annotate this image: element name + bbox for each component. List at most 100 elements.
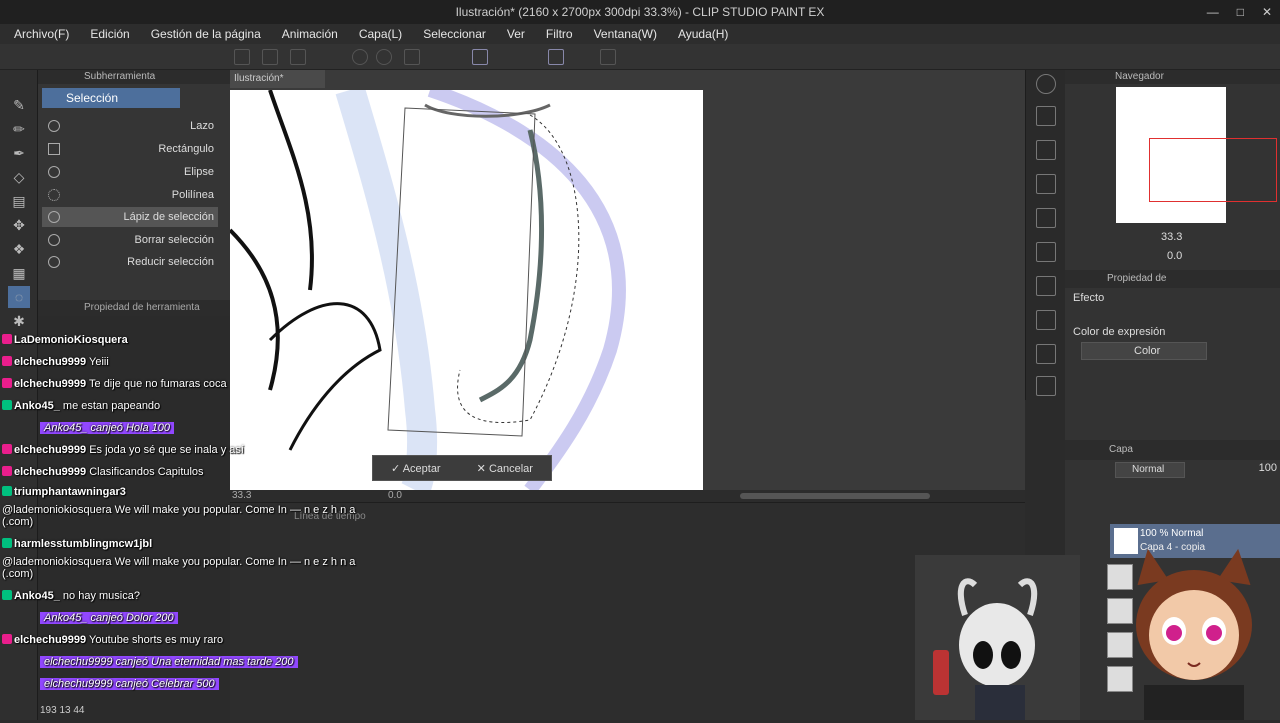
chat-message: harmlesstumblingmcw1jbl	[2, 538, 152, 550]
badge-icon	[2, 400, 12, 410]
subtool-label: Rectángulo	[158, 143, 214, 155]
sparkle-icon[interactable]: ✱	[8, 310, 30, 332]
subtool-label: Reducir selección	[127, 256, 214, 268]
menu-capa[interactable]: Capa(L)	[351, 24, 410, 44]
chat-message: Anko45_ me estan papeando	[2, 400, 160, 412]
ellipse-icon	[48, 166, 60, 178]
layers-icon[interactable]	[1036, 208, 1056, 228]
color-expression-select[interactable]: Color	[1081, 342, 1207, 360]
command-bar	[0, 44, 1280, 70]
badge-icon	[2, 538, 12, 548]
menu-seleccionar[interactable]: Seleccionar	[415, 24, 494, 44]
close-doc-icon[interactable]	[1036, 174, 1056, 194]
lasso-icon	[48, 120, 60, 132]
ruler-icon[interactable]	[600, 49, 616, 65]
minimize-button[interactable]: —	[1207, 5, 1219, 19]
flip-icon[interactable]	[1036, 376, 1056, 396]
subtool-label: Lazo	[190, 120, 214, 132]
badge-icon	[2, 356, 12, 366]
menu-gestion-pagina[interactable]: Gestión de la página	[143, 24, 269, 44]
tab-seleccion[interactable]: Selección	[42, 88, 180, 108]
document-tab[interactable]: Ilustración*	[230, 70, 325, 88]
subtool-label: Lápiz de selección	[123, 211, 214, 223]
grid-icon[interactable]: ▦	[8, 262, 30, 284]
stream-chat-overlay: LaDemonioKiosquera elchechu9999 Yeiii el…	[0, 330, 380, 720]
close-button[interactable]: ✕	[1262, 5, 1272, 19]
undo-icon[interactable]	[352, 49, 368, 65]
navigator-zoom[interactable]: 33.3	[1161, 231, 1182, 243]
import-icon[interactable]	[1036, 140, 1056, 160]
menu-filtro[interactable]: Filtro	[538, 24, 581, 44]
pencil-icon[interactable]: ✏	[8, 118, 30, 140]
layer-header: Capa	[1065, 440, 1280, 460]
badge-icon	[2, 334, 12, 344]
accept-label: Aceptar	[402, 462, 441, 475]
lasso-icon[interactable]: ◌	[8, 286, 30, 308]
chat-message: elchechu9999 Te dije que no fumaras coca	[2, 378, 227, 390]
maximize-button[interactable]: □	[1237, 5, 1244, 19]
right-icon-strip	[1025, 70, 1065, 400]
streamer-avatar-image	[1136, 548, 1252, 720]
fill-icon[interactable]: ▤	[8, 190, 30, 212]
subtool-reducir-seleccion[interactable]: Reducir selección	[42, 252, 218, 272]
brush-icon[interactable]: ✒	[8, 142, 30, 164]
pen-icon[interactable]: ✎	[8, 94, 30, 116]
title-bar: Ilustración* (2160 x 2700px 300dpi 33.3%…	[0, 0, 1280, 24]
menu-bar: Archivo(F) Edición Gestión de la página …	[0, 24, 1280, 44]
export-icon[interactable]	[290, 49, 306, 65]
erase-selection-icon	[48, 234, 60, 246]
layer-property-header: Propiedad de	[1065, 270, 1280, 288]
eraser-icon[interactable]: ◇	[8, 166, 30, 188]
window-title: Ilustración* (2160 x 2700px 300dpi 33.3%…	[455, 5, 825, 19]
blend-mode-select[interactable]: Normal	[1115, 462, 1185, 478]
navigator-viewport[interactable]	[1149, 138, 1277, 202]
color-expression-label: Color de expresión	[1073, 326, 1166, 338]
reduce-selection-icon	[48, 256, 60, 268]
subtool-elipse[interactable]: Elipse	[42, 162, 218, 182]
move-icon[interactable]: ✥	[8, 214, 30, 236]
material-icon[interactable]	[1036, 242, 1056, 262]
menu-edicion[interactable]: Edición	[82, 24, 137, 44]
menu-ver[interactable]: Ver	[499, 24, 533, 44]
subtool-borrar-seleccion[interactable]: Borrar selección	[42, 230, 218, 250]
subtool-rectangulo[interactable]: Rectángulo	[42, 139, 218, 159]
rotation-readout: 0.0	[388, 490, 402, 501]
menu-animacion[interactable]: Animación	[274, 24, 346, 44]
subtool-panel: Subherramienta Selección Lazo Rectángulo…	[38, 70, 230, 305]
download-icon[interactable]	[1036, 106, 1056, 126]
effect-label: Efecto	[1073, 292, 1105, 304]
save-icon[interactable]	[262, 49, 278, 65]
chat-message: elchechu9999 Youtube shorts es muy raro	[2, 634, 223, 646]
subtool-lapiz-seleccion[interactable]: Lápiz de selección	[42, 207, 218, 227]
cancel-button[interactable]: ✕ Cancelar	[477, 462, 533, 475]
subtool-lazo[interactable]: Lazo	[42, 116, 218, 136]
opacity-value[interactable]: 100	[1177, 462, 1277, 478]
knight-avatar-image	[933, 578, 1038, 720]
layer-mode: 100 % Normal	[1140, 528, 1204, 539]
badge-icon	[2, 444, 12, 454]
menu-ventana[interactable]: Ventana(W)	[586, 24, 665, 44]
new-icon[interactable]	[234, 49, 250, 65]
selection-icon[interactable]	[548, 49, 564, 65]
accept-button[interactable]: ✓ Aceptar	[391, 462, 441, 475]
menu-ayuda[interactable]: Ayuda(H)	[670, 24, 736, 44]
clear-icon[interactable]	[404, 49, 420, 65]
search-icon[interactable]	[1036, 74, 1056, 94]
edit-icon[interactable]	[1036, 310, 1056, 330]
rectangle-icon	[48, 143, 60, 155]
polyline-icon	[48, 189, 60, 201]
menu-archivo[interactable]: Archivo(F)	[6, 24, 77, 44]
layer-property-panel: Propiedad de Efecto Color de expresión C…	[1065, 270, 1280, 440]
subtool-polilinea[interactable]: Polilínea	[42, 185, 218, 205]
subtool-label: Elipse	[184, 166, 214, 178]
transform-icon[interactable]	[472, 49, 488, 65]
blend-icon[interactable]: ❖	[8, 238, 30, 260]
tool-property-header: Propiedad de herramienta	[38, 300, 230, 316]
redo-icon[interactable]	[376, 49, 392, 65]
scale-icon[interactable]	[1036, 276, 1056, 296]
camera-icon[interactable]	[1036, 344, 1056, 364]
horizontal-scrollbar[interactable]	[740, 493, 930, 499]
chat-redeem: Anko45_ canjeó Dolor 200	[40, 612, 178, 624]
navigator-rotation[interactable]: 0.0	[1167, 250, 1182, 262]
navigator-panel: Navegador 33.3 0.0	[1065, 70, 1280, 270]
